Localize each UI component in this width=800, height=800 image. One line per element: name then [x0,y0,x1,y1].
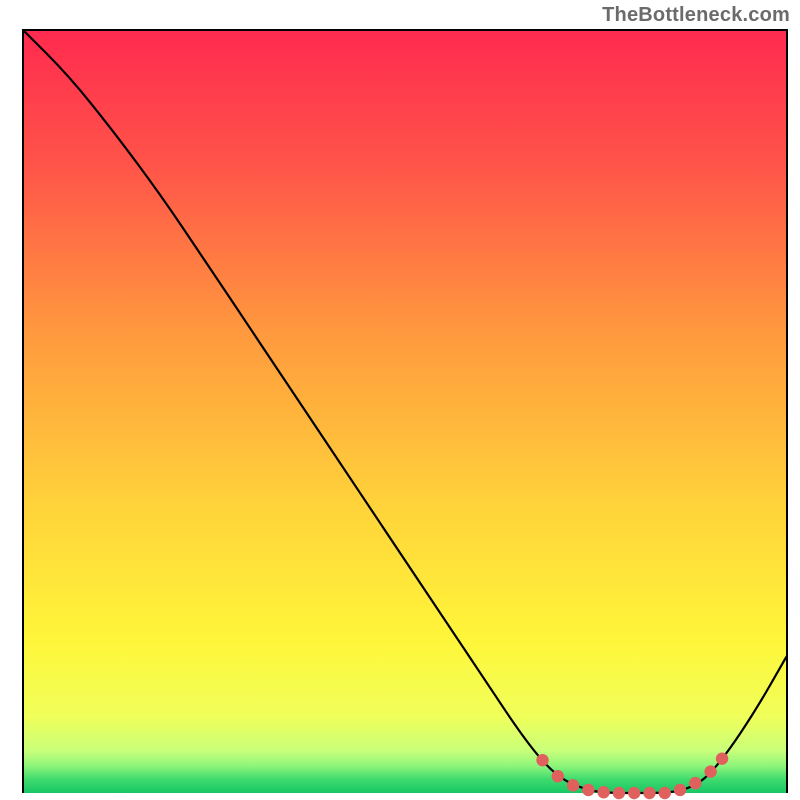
optimal-dot [689,777,701,789]
optimal-dot [536,754,548,766]
plot-background [23,30,787,793]
optimal-dot [704,765,716,777]
optimal-dot [628,787,640,799]
bottleneck-chart [0,0,800,800]
optimal-dot [659,787,671,799]
optimal-dot [567,779,579,791]
optimal-dot [613,787,625,799]
optimal-dot [643,787,655,799]
optimal-dot [674,784,686,796]
optimal-dot [716,752,728,764]
optimal-dot [582,784,594,796]
optimal-dot [552,770,564,782]
chart-container: TheBottleneck.com [0,0,800,800]
optimal-dot [597,786,609,798]
